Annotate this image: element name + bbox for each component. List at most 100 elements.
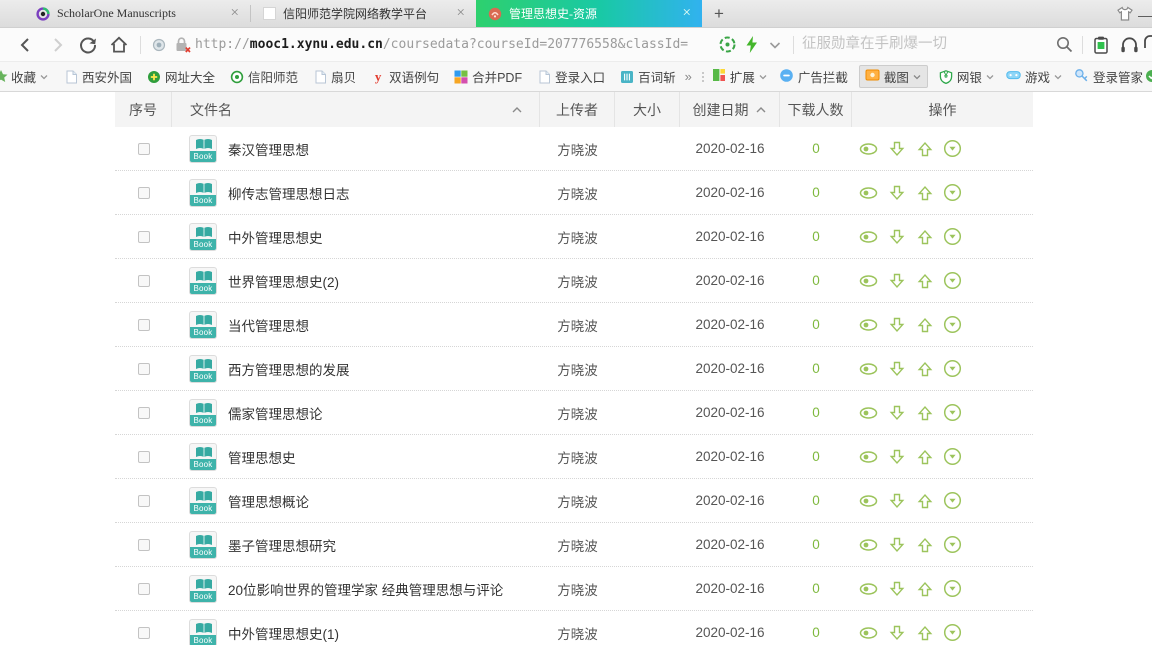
refresh-button[interactable] [72, 31, 103, 59]
more-actions-icon[interactable] [943, 579, 962, 598]
share-upload-icon[interactable] [915, 315, 934, 334]
col-header-filename[interactable]: 文件名 [172, 92, 540, 127]
bookmark-item[interactable]: 信阳师范 [230, 67, 298, 86]
download-icon[interactable] [887, 227, 906, 246]
more-actions-icon[interactable] [943, 359, 962, 378]
more-actions-icon[interactable] [943, 623, 962, 642]
file-name-link[interactable]: 管理思想概论 [228, 491, 309, 511]
bookmark-item[interactable]: 合并PDF [454, 67, 522, 86]
sort-asc-icon[interactable] [755, 106, 767, 114]
games-button[interactable]: 游戏 [1006, 67, 1063, 86]
bookmark-item[interactable]: y 双语例句 [371, 67, 439, 86]
download-icon[interactable] [887, 315, 906, 334]
share-upload-icon[interactable] [915, 491, 934, 510]
row-checkbox[interactable] [138, 407, 150, 419]
file-name-link[interactable]: 儒家管理思想论 [228, 403, 323, 423]
download-icon[interactable] [887, 535, 906, 554]
share-upload-icon[interactable] [915, 359, 934, 378]
preview-eye-icon[interactable] [859, 623, 878, 642]
preview-eye-icon[interactable] [859, 359, 878, 378]
tab-management-history-active[interactable]: 管理思想史-资源 × [476, 0, 702, 27]
more-actions-icon[interactable] [943, 183, 962, 202]
bookmark-item[interactable]: 登录入口 [537, 67, 605, 86]
screenshot-button[interactable]: 截图 [859, 65, 928, 88]
netbank-button[interactable]: ¥ 网银 [939, 67, 995, 86]
file-name-link[interactable]: 中外管理思想史(1) [228, 623, 339, 643]
favorites-menu[interactable]: 收藏 [11, 67, 49, 86]
file-name-link[interactable]: 管理思想史 [228, 447, 296, 467]
search-input[interactable] [800, 35, 1052, 54]
share-upload-icon[interactable] [915, 227, 934, 246]
address-bar[interactable]: http://mooc1.xynu.edu.cn/coursedata?cour… [195, 37, 715, 52]
tab-close-icon[interactable]: × [678, 6, 696, 21]
download-icon[interactable] [887, 271, 906, 290]
download-icon[interactable] [887, 139, 906, 158]
theme-skin-icon[interactable] [1112, 0, 1138, 28]
row-checkbox[interactable] [138, 275, 150, 287]
search-icon[interactable] [1052, 32, 1076, 58]
new-tab-button[interactable]: + [702, 0, 736, 27]
row-checkbox[interactable] [138, 539, 150, 551]
row-checkbox[interactable] [138, 363, 150, 375]
aperture-extension-icon[interactable] [715, 32, 739, 58]
file-name-link[interactable]: 世界管理思想史(2) [228, 271, 339, 291]
col-header-date[interactable]: 创建日期 [680, 92, 780, 127]
insecure-lock-icon[interactable] [171, 32, 195, 58]
download-icon[interactable] [887, 579, 906, 598]
file-name-link[interactable]: 柳传志管理思想日志 [228, 183, 350, 203]
forward-button[interactable] [41, 31, 72, 59]
preview-eye-icon[interactable] [859, 227, 878, 246]
share-upload-icon[interactable] [915, 403, 934, 422]
file-name-link[interactable]: 西方管理思想的发展 [228, 359, 350, 379]
bookmark-item[interactable]: 百词斩 [620, 67, 676, 86]
bookmarks-overflow-icon[interactable]: » [685, 69, 692, 84]
more-actions-icon[interactable] [943, 139, 962, 158]
tab-xynu-platform[interactable]: 信阳师范学院网络教学平台 × [250, 0, 476, 27]
preview-eye-icon[interactable] [859, 447, 878, 466]
lightning-speed-icon[interactable] [739, 32, 763, 58]
download-icon[interactable] [887, 403, 906, 422]
download-icon[interactable] [887, 183, 906, 202]
preview-eye-icon[interactable] [859, 491, 878, 510]
reader-mode-icon[interactable] [147, 32, 171, 58]
share-upload-icon[interactable] [915, 271, 934, 290]
preview-eye-icon[interactable] [859, 139, 878, 158]
preview-eye-icon[interactable] [859, 315, 878, 334]
preview-eye-icon[interactable] [859, 271, 878, 290]
share-upload-icon[interactable] [915, 579, 934, 598]
more-actions-icon[interactable] [943, 447, 962, 466]
adblock-button[interactable]: 广告拦截 [779, 67, 848, 86]
share-return-icon[interactable] [1141, 32, 1152, 58]
more-actions-icon[interactable] [943, 227, 962, 246]
share-upload-icon[interactable] [915, 183, 934, 202]
share-upload-icon[interactable] [915, 447, 934, 466]
share-upload-icon[interactable] [915, 535, 934, 554]
back-button[interactable] [10, 31, 41, 59]
window-minimize-button[interactable]: — [1138, 5, 1152, 23]
row-checkbox[interactable] [138, 231, 150, 243]
safe-clipboard-icon[interactable] [1089, 32, 1113, 58]
preview-eye-icon[interactable] [859, 535, 878, 554]
more-actions-icon[interactable] [943, 535, 962, 554]
preview-eye-icon[interactable] [859, 579, 878, 598]
more-actions-icon[interactable] [943, 271, 962, 290]
row-checkbox[interactable] [138, 495, 150, 507]
login-manager-button[interactable]: 登录管家 [1074, 67, 1143, 86]
bookmark-item[interactable]: 西安外国 [64, 67, 132, 86]
url-dropdown-chevron-icon[interactable] [763, 32, 787, 58]
file-name-link[interactable]: 当代管理思想 [228, 315, 309, 335]
more-actions-icon[interactable] [943, 403, 962, 422]
download-icon[interactable] [887, 623, 906, 642]
row-checkbox[interactable] [138, 319, 150, 331]
more-actions-icon[interactable] [943, 315, 962, 334]
home-button[interactable] [103, 31, 134, 59]
row-checkbox[interactable] [138, 187, 150, 199]
download-icon[interactable] [887, 447, 906, 466]
share-upload-icon[interactable] [915, 623, 934, 642]
file-name-link[interactable]: 20位影响世界的管理学家 经典管理思想与评论 [228, 579, 503, 599]
extensions-button[interactable]: 扩展 [712, 67, 768, 86]
file-name-link[interactable]: 秦汉管理思想 [228, 139, 309, 159]
row-checkbox[interactable] [138, 143, 150, 155]
preview-eye-icon[interactable] [859, 183, 878, 202]
sort-asc-icon[interactable] [511, 106, 523, 114]
